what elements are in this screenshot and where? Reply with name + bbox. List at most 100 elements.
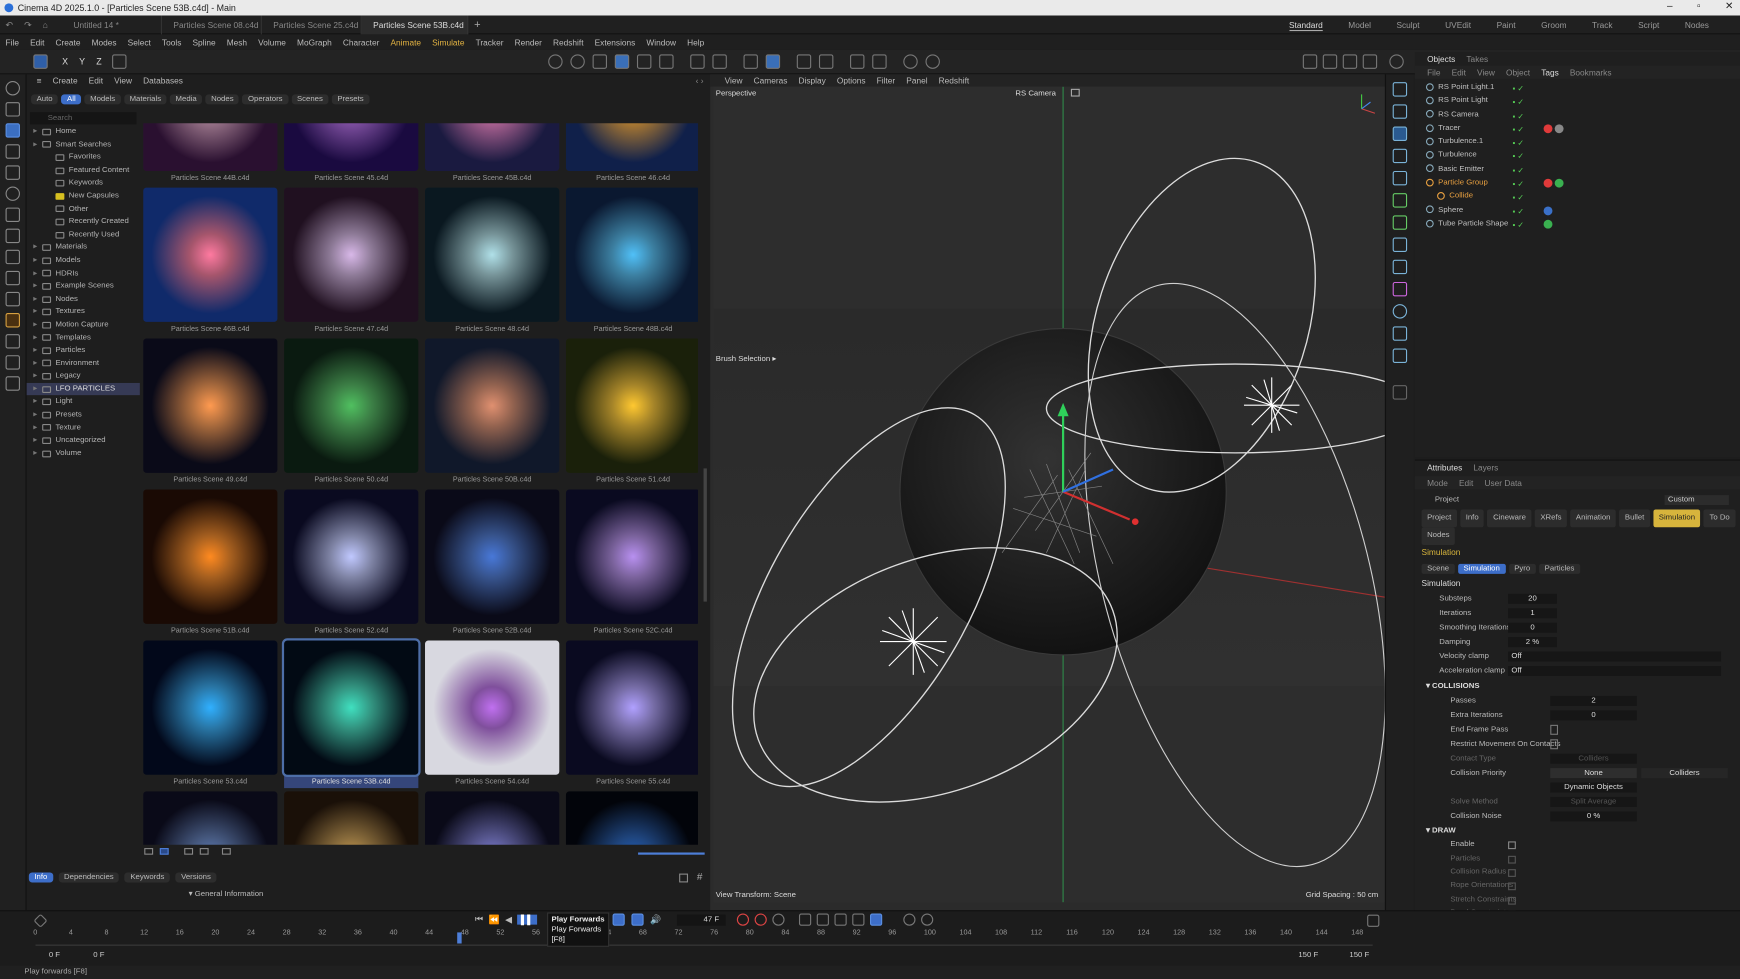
key-selection-icon[interactable] xyxy=(772,913,785,926)
maximize-icon[interactable]: ▫ xyxy=(1697,0,1701,11)
rotate-tool-icon[interactable] xyxy=(5,186,20,201)
layout-track[interactable]: Track xyxy=(1592,20,1613,30)
sub-tab-simulation[interactable]: Simulation xyxy=(1457,563,1506,574)
tree-item-recently-created[interactable]: Recently Created xyxy=(27,216,140,229)
scale-tool-icon[interactable] xyxy=(5,207,20,222)
param-value-iterations[interactable]: 1 xyxy=(1508,608,1557,619)
param-value-velocity-clamp[interactable]: Off xyxy=(1508,651,1722,662)
asset-card[interactable] xyxy=(425,791,560,845)
preview-range-icon[interactable] xyxy=(631,913,644,926)
asset-menu-view[interactable]: View xyxy=(109,75,138,85)
pivot-icon[interactable] xyxy=(5,249,20,265)
tree-expand-icon[interactable]: ▸ xyxy=(33,254,42,267)
param-value-acceleration-clamp[interactable]: Off xyxy=(1508,666,1722,677)
attributes-menu-edit[interactable]: Edit xyxy=(1453,478,1478,488)
asset-card[interactable]: Particles Scene 49.c4d xyxy=(143,338,278,490)
tree-item-recently-used[interactable]: Recently Used xyxy=(27,228,140,241)
picture-viewer-icon[interactable] xyxy=(1302,54,1318,69)
main-tab-project[interactable]: Project xyxy=(1421,509,1457,528)
info-tab-keywords[interactable]: Keywords xyxy=(124,872,170,883)
lock-icon[interactable] xyxy=(849,54,864,69)
collision-checkbox[interactable] xyxy=(1550,724,1559,735)
detail-view-icon[interactable] xyxy=(199,848,209,855)
tree-expand-icon[interactable]: ▸ xyxy=(33,434,42,447)
filter-materials[interactable]: Materials xyxy=(124,93,167,104)
asset-menu-edit[interactable]: Edit xyxy=(83,75,108,85)
main-tab-animation[interactable]: Animation xyxy=(1570,509,1617,528)
generator-icon[interactable] xyxy=(658,54,674,69)
timeline-expand-icon[interactable] xyxy=(1367,914,1380,927)
object-row-sphere[interactable]: Sphere ▪ ✓ xyxy=(1415,204,1740,218)
tree-item-example-scenes[interactable]: ▸ Example Scenes xyxy=(27,280,140,293)
asset-card[interactable]: Particles Scene 46B.c4d xyxy=(143,187,278,339)
scale-key-icon[interactable] xyxy=(834,913,847,926)
main-tab-info[interactable]: Info xyxy=(1460,509,1485,528)
collisions-section[interactable]: ▾ COLLISIONS xyxy=(1415,679,1740,693)
coordinate-system-icon[interactable] xyxy=(111,54,127,69)
menu-edit[interactable]: Edit xyxy=(25,37,50,47)
filter-auto[interactable]: Auto xyxy=(31,93,59,104)
layout-uvedit[interactable]: UVEdit xyxy=(1445,20,1471,30)
magnet-icon[interactable] xyxy=(5,355,20,370)
object-row-rs-point-light-1[interactable]: RS Point Light.1 ▪ ✓ xyxy=(1415,81,1740,95)
menu-tracker[interactable]: Tracker xyxy=(470,37,509,47)
asset-card[interactable]: Particles Scene 47.c4d xyxy=(284,187,419,339)
object-row-particle-group[interactable]: Particle Group ▪ ✓ xyxy=(1415,177,1740,191)
deformer-icon[interactable] xyxy=(689,54,705,69)
collision-param-value[interactable]: 0 xyxy=(1550,710,1637,721)
tree-item-home[interactable]: ▸ Home xyxy=(27,125,140,138)
transform-tool-icon[interactable] xyxy=(5,228,20,244)
snap-icon[interactable] xyxy=(743,54,758,69)
object-row-tracer[interactable]: Tracer ▪ ✓ xyxy=(1415,122,1740,136)
grid-icon[interactable] xyxy=(796,54,811,69)
info-tab-info[interactable]: Info xyxy=(28,872,53,883)
main-tab-to-do[interactable]: To Do xyxy=(1703,509,1736,528)
undo-icon[interactable]: ↶ xyxy=(0,19,19,29)
draw-checkbox[interactable] xyxy=(1508,855,1516,864)
minimize-icon[interactable]: – xyxy=(1667,0,1673,11)
field-object-icon[interactable] xyxy=(1392,259,1408,275)
param-key-icon[interactable] xyxy=(852,913,865,926)
param-value-substeps[interactable]: 20 xyxy=(1508,593,1557,604)
objects-menu-file[interactable]: File xyxy=(1422,67,1447,77)
home-icon[interactable]: ⌂ xyxy=(37,19,53,29)
menu-redshift[interactable]: Redshift xyxy=(547,37,589,47)
loop-icon[interactable] xyxy=(612,913,625,926)
collision-priority-alt[interactable]: Colliders xyxy=(1641,768,1728,779)
main-tab-nodes[interactable]: Nodes xyxy=(1421,527,1456,546)
visibility-check-icon[interactable]: ▪ ✓ xyxy=(1513,165,1533,175)
tree-item-volume[interactable]: ▸ Volume xyxy=(27,447,140,460)
camera-link-icon[interactable] xyxy=(1070,88,1080,97)
menu-select[interactable]: Select xyxy=(122,37,156,47)
tree-expand-icon[interactable]: ▸ xyxy=(33,447,42,460)
main-tab-simulation[interactable]: Simulation xyxy=(1653,509,1701,528)
viewport-canvas[interactable]: Perspective RS Camera Brush Selection ▸ … xyxy=(713,86,1385,903)
hierarchy-icon[interactable] xyxy=(221,848,231,855)
menu-simulate[interactable]: Simulate xyxy=(427,37,470,47)
viewport-menu-cameras[interactable]: Cameras xyxy=(748,75,793,85)
model-mode-icon[interactable] xyxy=(33,54,48,69)
object-tag-icon[interactable] xyxy=(1543,206,1553,215)
hash-icon[interactable]: # xyxy=(697,871,703,882)
brush-icon[interactable] xyxy=(5,291,20,307)
asset-menu-create[interactable]: Create xyxy=(47,75,83,85)
z-axis-toggle[interactable]: Z xyxy=(91,57,108,67)
tree-item-keywords[interactable]: Keywords xyxy=(27,177,140,190)
main-tab-cineware[interactable]: Cineware xyxy=(1487,509,1532,528)
tree-expand-icon[interactable]: ▸ xyxy=(33,241,42,254)
preview-end-field[interactable]: 150 F xyxy=(1298,951,1318,959)
timeline-ruler[interactable]: 0481216202428323640444852566064687276808… xyxy=(33,929,1387,945)
tree-expand-icon[interactable]: ▸ xyxy=(33,409,42,422)
camera-object-icon[interactable] xyxy=(1392,326,1408,341)
attributes-tab-layers[interactable]: Layers xyxy=(1468,462,1504,472)
current-frame-field[interactable]: 47 F xyxy=(676,914,726,926)
go-to-start-icon[interactable]: ⏮ xyxy=(475,914,483,925)
visibility-check-icon[interactable]: ▪ ✓ xyxy=(1513,138,1533,148)
tree-expand-icon[interactable]: ▸ xyxy=(33,267,42,280)
tree-item-materials[interactable]: ▸ Materials xyxy=(27,241,140,254)
render-view-icon[interactable] xyxy=(547,54,563,69)
visibility-check-icon[interactable]: ▪ ✓ xyxy=(1513,97,1533,107)
cloner-icon[interactable] xyxy=(1392,170,1408,186)
collision-param-value[interactable]: 0 % xyxy=(1550,811,1637,822)
asset-card[interactable]: Particles Scene 48B.c4d xyxy=(565,187,699,339)
